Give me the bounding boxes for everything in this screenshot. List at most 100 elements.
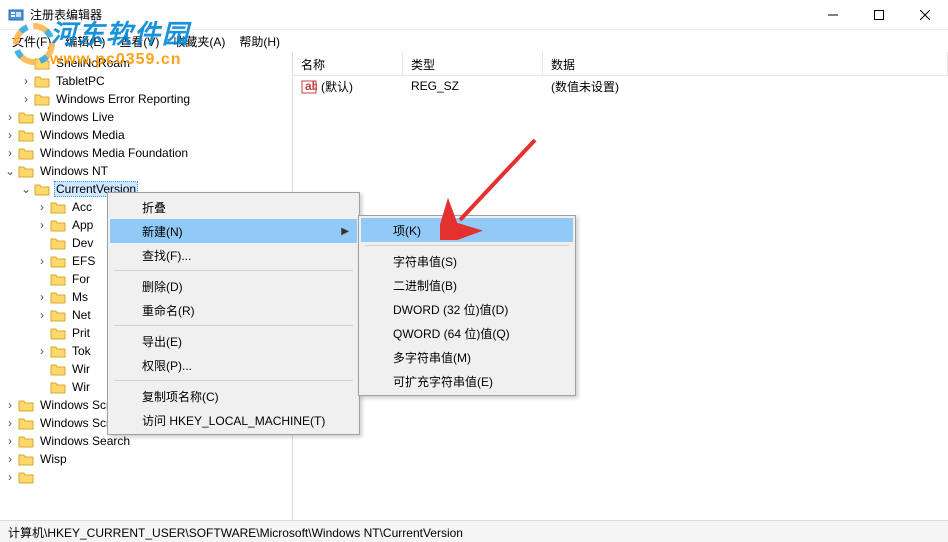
folder-icon	[18, 416, 34, 430]
menu-help[interactable]: 帮助(H)	[233, 31, 286, 52]
chevron-right-icon[interactable]: ›	[18, 92, 34, 106]
folder-icon	[50, 308, 66, 322]
tree-item[interactable]: ShellNoRoam	[0, 54, 292, 72]
chevron-right-icon[interactable]: ›	[34, 290, 50, 304]
tree-item-label: EFS	[70, 254, 97, 268]
menu-edit[interactable]: 编辑(E)	[59, 31, 111, 52]
window-title: 注册表编辑器	[30, 6, 810, 23]
context-menu-new-submenu: 项(K) 字符串值(S) 二进制值(B) DWORD (32 位)值(D) QW…	[358, 215, 576, 396]
tree-item-label: Dev	[70, 236, 95, 250]
column-type[interactable]: 类型	[403, 52, 543, 75]
chevron-right-icon[interactable]: ›	[2, 146, 18, 160]
chevron-right-icon[interactable]: ›	[34, 200, 50, 214]
folder-icon	[50, 344, 66, 358]
folder-icon	[34, 92, 50, 106]
cm-new-dword[interactable]: DWORD (32 位)值(D)	[361, 297, 573, 321]
folder-icon	[34, 74, 50, 88]
folder-icon	[50, 254, 66, 268]
tree-item[interactable]: ›	[0, 468, 292, 486]
value-name-label: (默认)	[321, 80, 353, 94]
chevron-right-icon[interactable]: ›	[2, 470, 18, 484]
folder-icon	[50, 362, 66, 376]
cm-rename[interactable]: 重命名(R)	[110, 298, 357, 322]
chevron-down-icon[interactable]: ⌄	[18, 182, 34, 196]
chevron-right-icon[interactable]: ›	[2, 110, 18, 124]
value-type-cell: REG_SZ	[403, 77, 543, 95]
tree-item-label: Net	[70, 308, 93, 322]
menubar: 文件(F) 编辑(E) 查看(V) 收藏夹(A) 帮助(H)	[0, 30, 948, 52]
tree-item-label: Acc	[70, 200, 94, 214]
cm-find[interactable]: 查找(F)...	[110, 243, 357, 267]
chevron-right-icon[interactable]: ›	[2, 434, 18, 448]
chevron-down-icon[interactable]: ⌄	[2, 164, 18, 178]
folder-icon	[50, 272, 66, 286]
cm-new-binary[interactable]: 二进制值(B)	[361, 273, 573, 297]
maximize-button[interactable]	[856, 0, 902, 30]
minimize-button[interactable]	[810, 0, 856, 30]
tree-item-label: ShellNoRoam	[54, 56, 132, 70]
tree-item[interactable]: ›Wisp	[0, 450, 292, 468]
tree-item-label: Windows Search	[38, 434, 132, 448]
menu-file[interactable]: 文件(F)	[6, 31, 57, 52]
cm-new-expand[interactable]: 可扩充字符串值(E)	[361, 369, 573, 393]
cm-new-multi[interactable]: 多字符串值(M)	[361, 345, 573, 369]
tree-item[interactable]: ⌄Windows NT	[0, 162, 292, 180]
cm-copy-key[interactable]: 复制项名称(C)	[110, 384, 357, 408]
list-header: 名称 类型 数据	[293, 52, 948, 76]
tree-item-label: Windows Live	[38, 110, 116, 124]
separator	[365, 245, 569, 246]
close-button[interactable]	[902, 0, 948, 30]
app-icon	[8, 7, 24, 23]
menu-view[interactable]: 查看(V)	[113, 31, 165, 52]
tree-item-label: App	[70, 218, 95, 232]
folder-icon	[18, 452, 34, 466]
tree-item[interactable]: › Windows Live	[0, 108, 292, 126]
folder-icon	[18, 164, 34, 178]
chevron-right-icon[interactable]: ›	[2, 416, 18, 430]
value-name-cell: ab (默认)	[293, 76, 403, 97]
status-path: 计算机\HKEY_CURRENT_USER\SOFTWARE\Microsoft…	[8, 526, 463, 540]
chevron-right-icon[interactable]: ›	[34, 344, 50, 358]
tree-item-label: For	[70, 272, 92, 286]
chevron-right-icon[interactable]: ›	[34, 308, 50, 322]
svg-text:ab: ab	[305, 80, 317, 93]
chevron-right-icon[interactable]: ›	[34, 254, 50, 268]
chevron-right-icon[interactable]: ›	[18, 74, 34, 88]
submenu-arrow-icon: ▶	[341, 226, 349, 237]
tree-item[interactable]: ›Windows Media	[0, 126, 292, 144]
column-data[interactable]: 数据	[543, 52, 948, 75]
folder-icon	[18, 434, 34, 448]
cm-delete[interactable]: 删除(D)	[110, 274, 357, 298]
cm-new-qword[interactable]: QWORD (64 位)值(Q)	[361, 321, 573, 345]
cm-permissions[interactable]: 权限(P)...	[110, 353, 357, 377]
chevron-right-icon[interactable]: ›	[2, 398, 18, 412]
tree-item[interactable]: › Windows Error Reporting	[0, 90, 292, 108]
chevron-right-icon[interactable]: ›	[34, 218, 50, 232]
tree-item-label: Prit	[70, 326, 92, 340]
cm-export[interactable]: 导出(E)	[110, 329, 357, 353]
chevron-right-icon[interactable]: ›	[2, 452, 18, 466]
tree-item-label: Windows Error Reporting	[54, 92, 192, 106]
menu-favorites[interactable]: 收藏夹(A)	[167, 31, 231, 52]
tree-item-label: TabletPC	[54, 74, 107, 88]
cm-new[interactable]: 新建(N)▶	[110, 219, 357, 243]
list-row[interactable]: ab (默认) REG_SZ (数值未设置)	[293, 76, 948, 96]
context-menu-main: 折叠 新建(N)▶ 查找(F)... 删除(D) 重命名(R) 导出(E) 权限…	[107, 192, 360, 435]
chevron-right-icon[interactable]: ›	[2, 128, 18, 142]
statusbar: 计算机\HKEY_CURRENT_USER\SOFTWARE\Microsoft…	[0, 520, 948, 542]
cm-collapse[interactable]: 折叠	[110, 195, 357, 219]
tree-item[interactable]: › TabletPC	[0, 72, 292, 90]
folder-icon	[50, 290, 66, 304]
tree-item-label: Wir	[70, 380, 92, 394]
column-name[interactable]: 名称	[293, 52, 403, 75]
cm-new-key[interactable]: 项(K)	[361, 218, 573, 242]
cm-new-string[interactable]: 字符串值(S)	[361, 249, 573, 273]
cm-goto[interactable]: 访问 HKEY_LOCAL_MACHINE(T)	[110, 408, 357, 432]
separator	[114, 380, 353, 381]
tree-item-label: Ms	[70, 290, 90, 304]
window-controls	[810, 0, 948, 30]
folder-icon	[18, 146, 34, 160]
tree-item[interactable]: ›Windows Media Foundation	[0, 144, 292, 162]
separator	[114, 270, 353, 271]
folder-icon	[18, 470, 34, 484]
